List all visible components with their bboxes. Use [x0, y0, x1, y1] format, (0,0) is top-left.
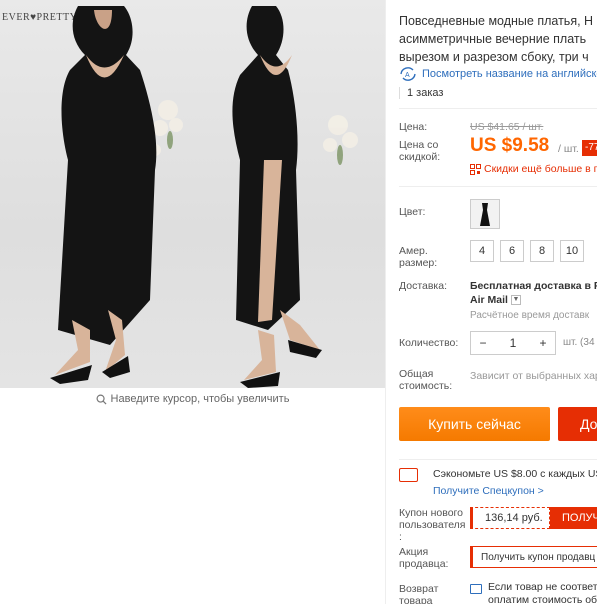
- orders-count: 1 заказ: [399, 83, 443, 103]
- return-policy-text: Если товар не соответс оплатим стоимость…: [488, 581, 597, 604]
- new-user-coupon-label: Купон нового пользователя :: [399, 507, 466, 543]
- get-coupon-button[interactable]: ПОЛУЧ: [550, 507, 597, 529]
- more-discounts-text[interactable]: Скидки ещё больше в п: [484, 163, 597, 175]
- model-front-figure: [50, 6, 358, 388]
- old-price: US $41.65 / шт.: [470, 121, 544, 133]
- size-option[interactable]: 4: [470, 240, 494, 262]
- color-option-black[interactable]: [470, 199, 500, 229]
- magnifier-icon: [96, 394, 107, 405]
- shipping-method-row[interactable]: Air Mail ▼: [470, 293, 597, 307]
- get-coupon-link[interactable]: Получите Спецкупон >: [433, 485, 544, 497]
- divider: [399, 186, 597, 187]
- more-discounts-link[interactable]: Скидки ещё больше в п: [470, 163, 597, 175]
- size-option[interactable]: 10: [560, 240, 584, 262]
- discount-price-label: Цена со скидкой:: [399, 139, 440, 163]
- price-per-unit: / шт.: [558, 143, 579, 155]
- size-option[interactable]: 8: [530, 240, 554, 262]
- translate-icon: A: [400, 67, 416, 81]
- return-text-line: оплатим стоимость обр: [488, 594, 597, 604]
- promo-label-line: Акция: [399, 546, 429, 558]
- price-label: Цена:: [399, 121, 428, 133]
- coupon-value: 136,14 руб.: [470, 507, 550, 529]
- orders-text: 1 заказ: [407, 87, 444, 99]
- return-label-line: товара: [399, 595, 433, 604]
- increase-button[interactable]: +: [531, 336, 555, 350]
- total-label: Общая стоимость:: [399, 368, 452, 392]
- discount-price-label-line: Цена со: [399, 139, 439, 151]
- return-label-line: Возврат: [399, 583, 439, 595]
- product-title: Повседневные модные платья, Н асимметрич…: [399, 12, 597, 66]
- divider: [399, 108, 597, 109]
- discount-price-label-line: скидкой:: [399, 151, 441, 163]
- translate-link-text[interactable]: Посмотреть название на английско: [422, 68, 597, 80]
- total-label-line: стоимость:: [399, 380, 453, 392]
- buy-now-button[interactable]: Купить сейчас: [399, 407, 550, 441]
- size-label: Амер. размер:: [399, 245, 437, 269]
- zoom-hint: Наведите курсор, чтобы увеличить: [0, 393, 385, 405]
- quantity-label: Количество:: [399, 337, 459, 349]
- product-info-panel: Повседневные модные платья, Н асимметрич…: [399, 0, 597, 604]
- current-price: US $9.58: [470, 135, 550, 156]
- quantity-input[interactable]: 1: [501, 336, 525, 350]
- title-line: асимметричные вечерние плать: [399, 32, 587, 46]
- qr-icon: [470, 163, 481, 175]
- delivery-estimate: Расчётное время доставк: [470, 310, 590, 321]
- return-text-line: Если товар не соответс: [488, 581, 597, 593]
- translate-link[interactable]: A Посмотреть название на английско: [399, 66, 597, 82]
- coupon-icon: [399, 468, 418, 482]
- column-divider: [385, 0, 386, 604]
- svg-text:A: A: [405, 72, 410, 79]
- size-option[interactable]: 6: [500, 240, 524, 262]
- available-quantity: шт. (34: [563, 337, 595, 348]
- size-options: 4 6 8 10: [470, 240, 584, 262]
- size-label-line: Амер.: [399, 245, 428, 257]
- return-icon: [470, 584, 482, 594]
- dress-thumbnail-icon: [480, 203, 490, 226]
- discount-badge: -77%: [582, 140, 597, 156]
- product-image[interactable]: EVER♥PRETTY: [0, 0, 385, 388]
- size-label-line: размер:: [399, 257, 438, 269]
- coupon-label-line: пользователя: [399, 519, 466, 531]
- add-to-cart-button[interactable]: До: [558, 407, 597, 441]
- decrease-button[interactable]: −: [471, 336, 495, 350]
- title-line: вырезом и разрезом сбоку, три ч: [399, 50, 589, 64]
- shipping-line: Бесплатная доставка в R: [470, 280, 597, 292]
- coupon-label-line: Купон нового: [399, 507, 463, 519]
- quantity-stepper[interactable]: − 1 +: [470, 331, 556, 355]
- coupon-label-line: :: [399, 531, 402, 543]
- divider: [399, 459, 597, 460]
- shipping-label: Доставка:: [399, 280, 448, 292]
- savings-text: Сэкономьте US $8.00 с каждых US: [433, 468, 597, 480]
- total-label-line: Общая: [399, 368, 434, 380]
- shipping-line: Air Mail: [470, 294, 508, 306]
- promo-label-line: продавца:: [399, 558, 449, 570]
- color-label: Цвет:: [399, 206, 426, 218]
- seller-coupon-button[interactable]: Получить купон продавц: [470, 546, 597, 568]
- shipping-method[interactable]: Бесплатная доставка в R Air Mail ▼: [470, 279, 597, 307]
- seller-promo-label: Акция продавца:: [399, 546, 448, 570]
- title-line: Повседневные модные платья, Н: [399, 14, 594, 28]
- chevron-down-icon[interactable]: ▼: [510, 295, 521, 306]
- zoom-hint-text: Наведите курсор, чтобы увеличить: [110, 393, 290, 405]
- total-value: Зависит от выбранных хар: [470, 370, 597, 382]
- return-label: Возврат товара: [399, 583, 438, 604]
- orders-separator: [399, 87, 400, 99]
